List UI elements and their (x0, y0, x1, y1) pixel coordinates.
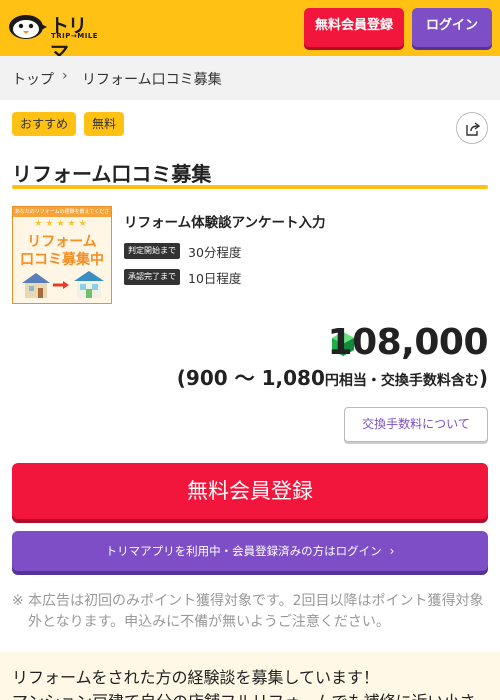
condition-badge: 判定開始まで (124, 243, 180, 259)
breadcrumb-current: リフォーム口コミ募集 (82, 72, 222, 88)
chevron-right-icon: › (62, 68, 68, 84)
share-icon (466, 122, 481, 136)
breadcrumb: トップ › リフォーム口コミ募集 (0, 56, 500, 100)
new-house-icon (74, 271, 104, 298)
notice-text: 本広告は初回のみポイント獲得対象です。2回目以降はポイント獲得対象外となります。… (28, 593, 484, 630)
header-login-button[interactable]: ログイン (412, 8, 492, 47)
thumbnail-banner: あなたのリフォームの経験を教えてください (13, 207, 111, 225)
description-line2: マンション戸建て自分の店舗フルリフォームでも補修に近い小さ (12, 688, 476, 700)
register-button[interactable]: 無料会員登録 (12, 463, 488, 519)
exchange-fee-info-button[interactable]: 交換手数料について (344, 407, 488, 442)
thumbnail-line1: リフォーム (27, 234, 97, 250)
old-house-icon (22, 273, 50, 298)
app-header: トリマ TRIP→MILE 無料会員登録 ログイン (0, 0, 500, 64)
share-button[interactable] (456, 112, 488, 144)
condition-badge: 承認完了まで (124, 269, 180, 285)
reward-points: 108,000 (327, 322, 489, 363)
yen-range-suffix: 円相当・交換手数料含む (324, 373, 479, 389)
condition-value: 10日程度 (188, 271, 242, 286)
condition-value: 30分程度 (188, 245, 242, 260)
app-login-button[interactable]: トリマアプリを利用中・会員登録済みの方はログイン › (12, 531, 488, 571)
yen-range-values: (900 〜 1,080 (176, 366, 325, 390)
header-register-button[interactable]: 無料会員登録 (304, 8, 404, 47)
description-line1: リフォームをされた方の経験談を募集しています！ (12, 668, 380, 687)
tag-free: 無料 (84, 112, 124, 136)
logo-subtext: TRIP→MILE (51, 32, 99, 40)
title-underline (12, 185, 488, 189)
description-box: リフォームをされた方の経験談を募集しています！ マンション戸建て自分の店舗フルリ… (0, 652, 500, 700)
thumbnail-stars: ★★★★★ (34, 219, 90, 229)
tag-recommended: おすすめ (12, 112, 76, 136)
arrow-right-icon (53, 281, 69, 289)
breadcrumb-home-link[interactable]: トップ (12, 69, 54, 89)
penguin-mascot-icon (9, 15, 47, 39)
yen-range-close: ) (478, 366, 488, 390)
thumbnail-line2: 口コミ募集中 (20, 252, 104, 268)
offer-thumbnail: あなたのリフォームの経験を教えてください ★★★★★ リフォーム 口コミ募集中 (12, 206, 112, 304)
reward-yen-range: (900 〜 1,080円相当・交換手数料含む) (177, 362, 488, 391)
page-title: リフォーム口コミ募集 (12, 162, 212, 186)
trima-logo[interactable]: トリマ TRIP→MILE (8, 12, 100, 64)
chevron-right-icon: › (389, 544, 395, 558)
offer-name: リフォーム体験談アンケート入力 (124, 215, 326, 231)
notice-mark: ※ (12, 593, 24, 609)
app-login-label: トリマアプリを利用中・会員登録済みの方はログイン (105, 544, 382, 558)
